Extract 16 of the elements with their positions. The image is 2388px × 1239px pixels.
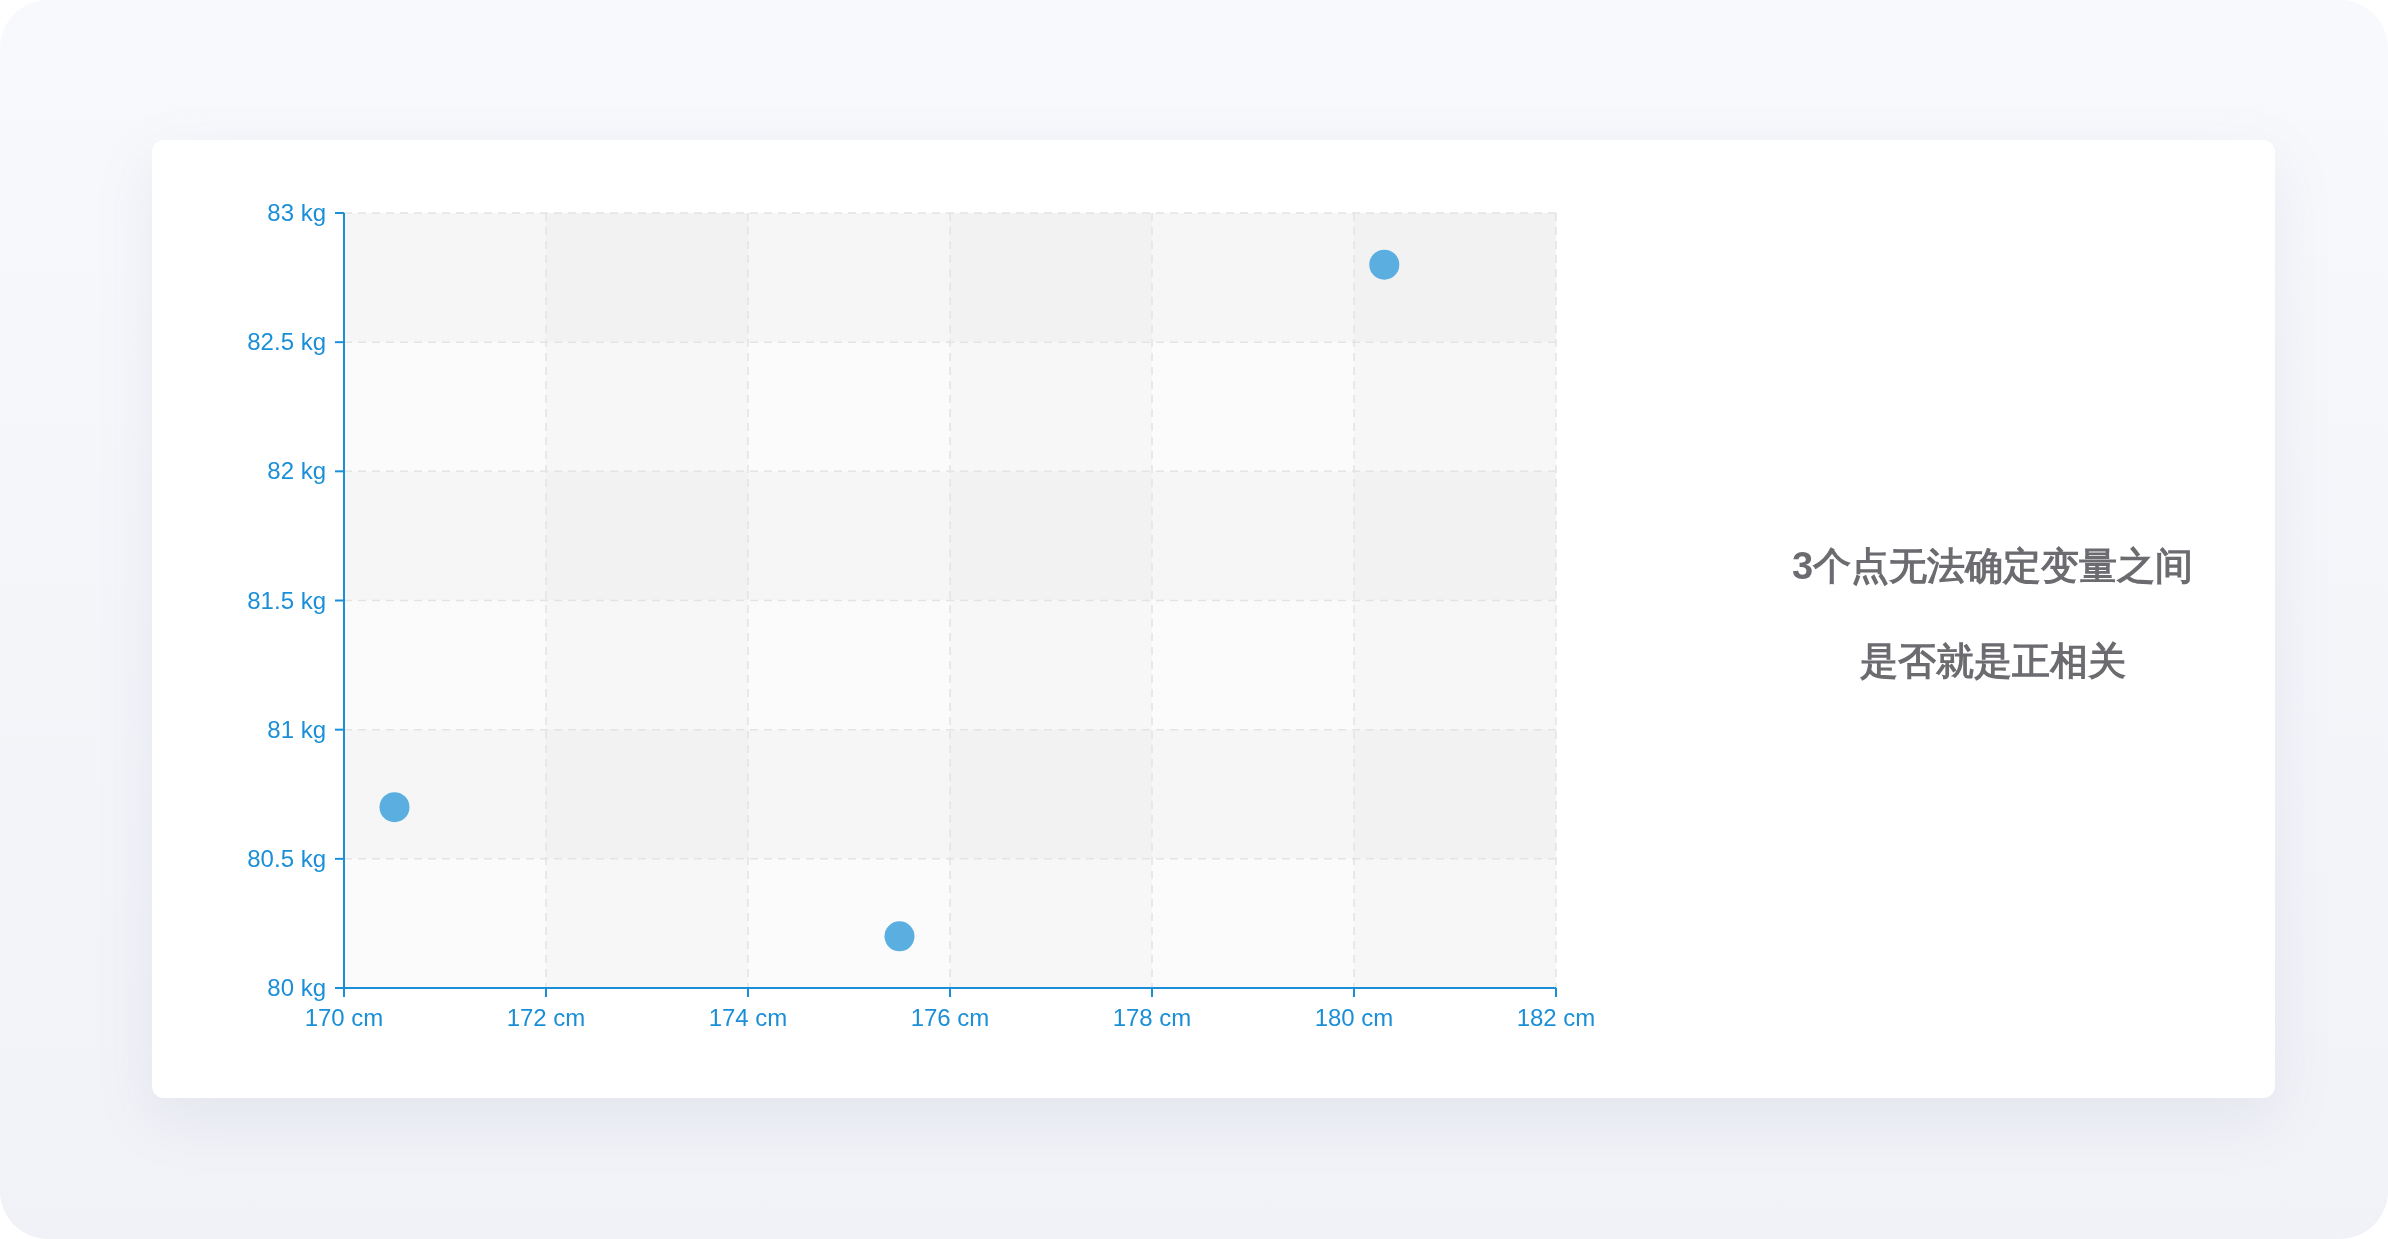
axis-tick-label: 178 cm <box>1112 1004 1192 1031</box>
axis-tick-label: 82.5 kg <box>247 328 326 356</box>
axis-tick-label: 81 kg <box>267 715 326 743</box>
axis-tick-label: 80.5 kg <box>247 844 326 872</box>
axis-tick-label: 174 cm <box>708 1004 788 1031</box>
axis-tick-label: 83 kg <box>267 199 326 226</box>
axis-tick-label: 81.5 kg <box>247 586 326 614</box>
axis-tick-label: 176 cm <box>910 1004 990 1031</box>
axis-tick-label: 182 cm <box>1516 1004 1596 1031</box>
axis-tick-label: 172 cm <box>506 1004 586 1031</box>
caption-text: 3个点无法确定变量之间 <box>1792 544 2194 589</box>
axis-tick-label: 180 cm <box>1314 1004 1394 1031</box>
axis-tick-label: 82 kg <box>267 457 326 485</box>
axis-tick-label: 170 cm <box>304 1004 384 1031</box>
axis-tick-label: 80 kg <box>267 974 326 1001</box>
caption-text: 是否就是正相关 <box>1859 639 2126 684</box>
